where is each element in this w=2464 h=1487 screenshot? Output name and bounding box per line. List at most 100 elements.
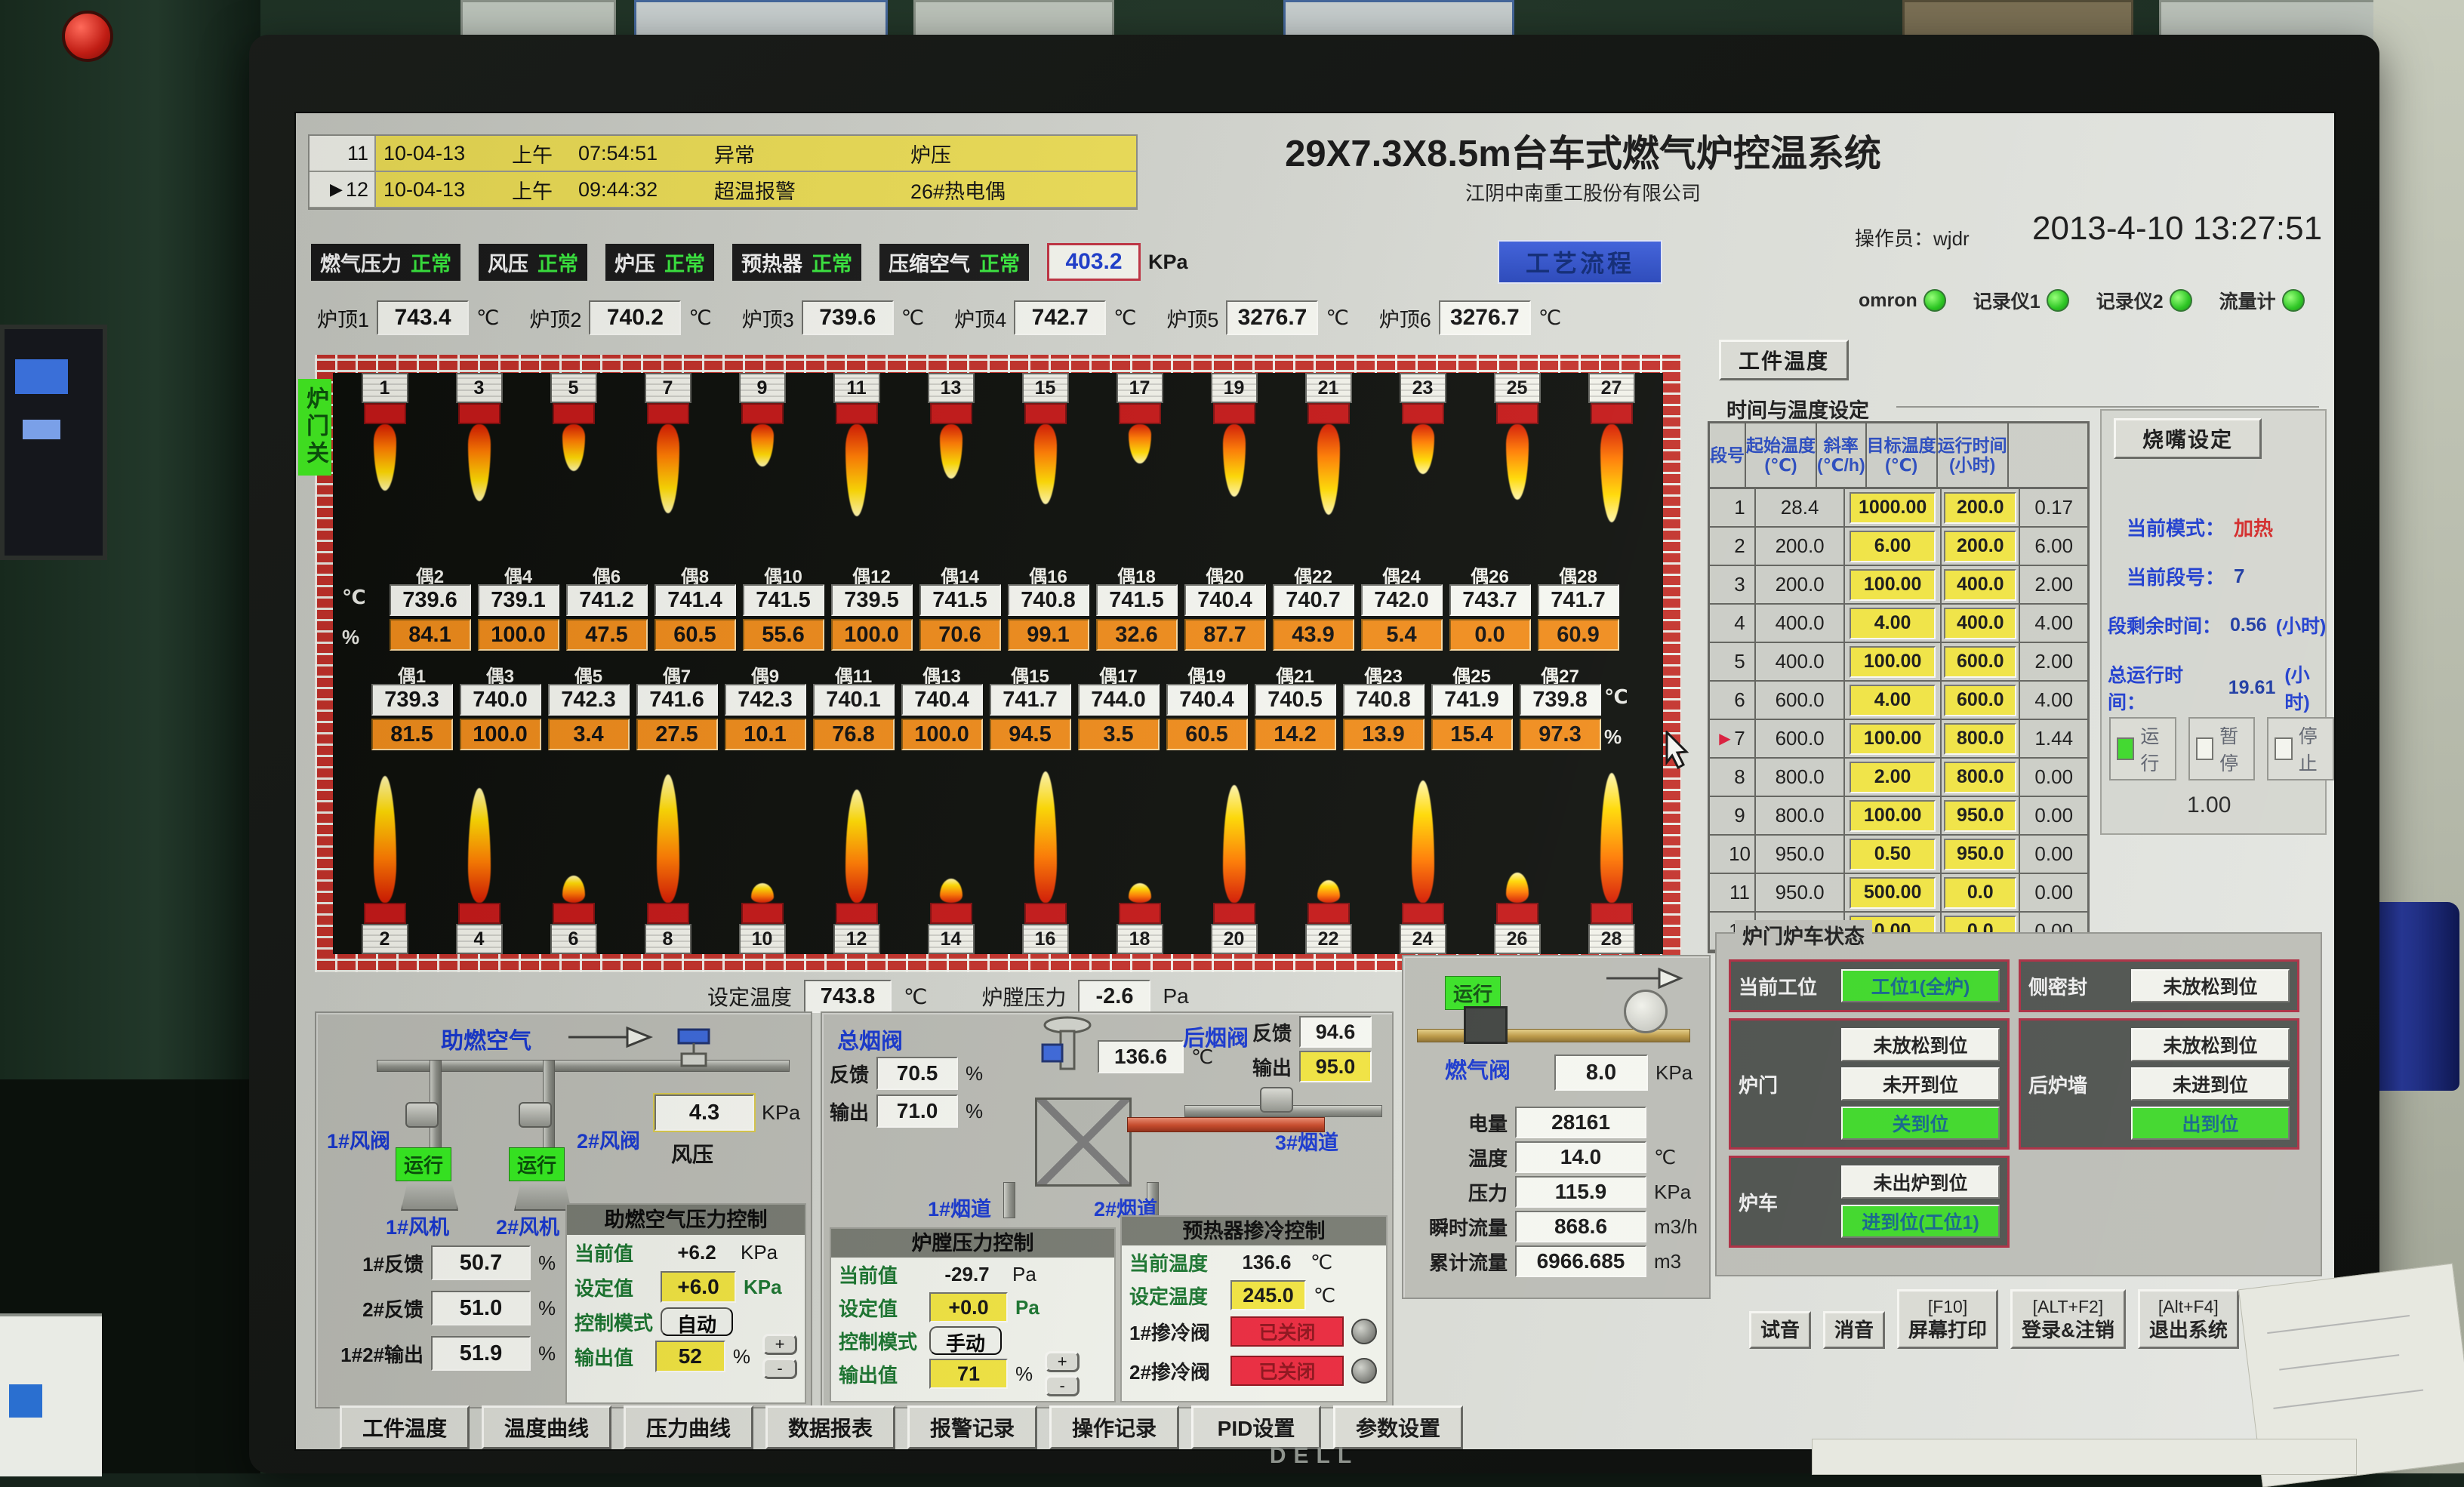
valve-closed-button[interactable]: 已关闭 bbox=[1230, 1356, 1344, 1386]
nav-tab[interactable]: 数据报表 bbox=[765, 1405, 895, 1449]
page-title: 29X7.3X8.5m台车式燃气炉控温系统 bbox=[1149, 124, 2017, 177]
hotkey-label: [F10] bbox=[1908, 1296, 1987, 1318]
slope-input[interactable]: 6.00 bbox=[1850, 531, 1936, 562]
target-temp-cell: 200.0 bbox=[1942, 528, 2020, 565]
chamber-control-title: 炉膛压力控制 bbox=[831, 1229, 1114, 1258]
target-input[interactable]: 400.0 bbox=[1944, 569, 2016, 601]
output-value-input[interactable]: 52 bbox=[655, 1341, 725, 1372]
thermocouple-temp: 741.9 bbox=[1431, 684, 1513, 716]
target-input[interactable]: 800.0 bbox=[1944, 723, 2016, 755]
run-state-checkbox[interactable]: 暂停 bbox=[2188, 717, 2256, 780]
slope-input[interactable]: 100.00 bbox=[1850, 800, 1936, 832]
target-input[interactable]: 0.0 bbox=[1944, 877, 2016, 909]
header-line1: 斜率 bbox=[1817, 436, 1865, 455]
segment-number: 4 bbox=[1734, 611, 1745, 635]
rear-flue-valve-label: 后烟阀 bbox=[1183, 1021, 1249, 1052]
slope-input[interactable]: 2.00 bbox=[1850, 762, 1936, 793]
gas-metric-row: 电量 28161 bbox=[1412, 1107, 1698, 1138]
system-button[interactable]: [ALT+F2] 登录&注销 bbox=[2010, 1289, 2126, 1349]
valve-closed-button[interactable]: 已关闭 bbox=[1230, 1316, 1344, 1347]
decrease-button[interactable]: - bbox=[762, 1358, 797, 1379]
segment-cell: 1 bbox=[1710, 489, 1756, 526]
target-input[interactable]: 400.0 bbox=[1944, 608, 2016, 639]
alarm-list: 11 10-04-13 上午 07:54:51 异常 炉压 ▶12 10-04-… bbox=[308, 134, 1138, 210]
nav-tab[interactable]: 操作记录 bbox=[1049, 1405, 1179, 1449]
system-button[interactable]: 消音 bbox=[1823, 1311, 1885, 1350]
nav-tab[interactable]: 工件温度 bbox=[340, 1405, 470, 1449]
thermocouple: 偶7 741.6 27.5 bbox=[633, 661, 721, 750]
target-input[interactable]: 200.0 bbox=[1944, 531, 2016, 562]
workpiece-temp-button[interactable]: 工件温度 bbox=[1719, 340, 1849, 380]
burner-number-plate: 5 bbox=[550, 373, 597, 403]
increase-button[interactable]: + bbox=[1045, 1351, 1080, 1372]
gas-pressure-unit: KPa bbox=[1656, 1061, 1692, 1085]
device-led: 记录仪2 bbox=[2096, 287, 2192, 314]
target-input[interactable]: 600.0 bbox=[1944, 646, 2016, 678]
slope-input[interactable]: 100.00 bbox=[1850, 569, 1936, 601]
slope-input[interactable]: 100.00 bbox=[1850, 723, 1936, 755]
thermocouple-output: 81.5 bbox=[371, 719, 453, 750]
target-input[interactable]: 950.0 bbox=[1944, 800, 2016, 832]
wind-pressure-label: 风压 bbox=[671, 1138, 713, 1168]
flame-icon bbox=[468, 788, 491, 903]
slope-input[interactable]: 100.00 bbox=[1850, 646, 1936, 678]
alarm-row[interactable]: 11 10-04-13 上午 07:54:51 异常 炉压 bbox=[310, 136, 1136, 172]
slope-input[interactable]: 4.00 bbox=[1850, 608, 1936, 639]
feedback-row: 2#反馈 51.0 % bbox=[327, 1291, 556, 1325]
decrease-button[interactable]: - bbox=[1045, 1375, 1080, 1396]
slope-input[interactable]: 1000.00 bbox=[1850, 492, 1936, 524]
output-row: 输出值 52 % + - bbox=[567, 1339, 805, 1374]
burner-settings-button[interactable]: 烧嘴设定 bbox=[2114, 418, 2262, 459]
thermocouple: 偶14 741.5 70.6 bbox=[916, 562, 1004, 651]
checkbox-icon bbox=[2117, 737, 2134, 760]
valve-knob-icon bbox=[1351, 1319, 1377, 1344]
burner: 3 bbox=[433, 373, 525, 501]
burner-block-icon bbox=[836, 903, 878, 924]
slope-input[interactable]: 4.00 bbox=[1850, 685, 1936, 716]
device-label: omron bbox=[1859, 290, 1917, 312]
target-input[interactable]: 600.0 bbox=[1944, 685, 2016, 716]
precool-set-input[interactable]: 245.0 bbox=[1230, 1280, 1306, 1310]
system-button-row: 试音 消音 [F10] 屏幕打印 [ALT+F2] 登录&注销 [Alt+F4]… bbox=[1749, 1289, 2239, 1349]
system-button[interactable]: [F10] 屏幕打印 bbox=[1897, 1289, 1998, 1349]
status-state: 正常 bbox=[537, 248, 578, 277]
run-state-checkbox[interactable]: 运行 bbox=[2109, 717, 2176, 780]
feedback-value: 51.0 bbox=[431, 1291, 531, 1325]
monitor-bezel: 11 10-04-13 上午 07:54:51 异常 炉压 ▶12 10-04-… bbox=[249, 35, 2379, 1473]
feedback-label: 1#反馈 bbox=[327, 1249, 424, 1277]
set-value-input[interactable]: +0.0 bbox=[929, 1292, 1008, 1322]
slope-input[interactable]: 0.50 bbox=[1850, 839, 1936, 870]
segment-number: 7 bbox=[1734, 727, 1745, 750]
slope-input[interactable]: 500.00 bbox=[1850, 877, 1936, 909]
nav-tab[interactable]: 压力曲线 bbox=[624, 1405, 753, 1449]
run-state-checkbox[interactable]: 停止 bbox=[2267, 717, 2334, 780]
burner-number-plate: 13 bbox=[928, 373, 975, 403]
thermocouple-temp: 741.4 bbox=[654, 584, 736, 616]
profile-row: 9 800.0 100.00 950.0 0.00 bbox=[1710, 797, 2087, 836]
target-input[interactable]: 950.0 bbox=[1944, 839, 2016, 870]
mode-toggle-button[interactable]: 手动 bbox=[929, 1326, 1002, 1355]
alarm-index: 11 bbox=[347, 142, 368, 165]
thermocouple-output: 47.5 bbox=[566, 619, 648, 651]
system-button[interactable]: 试音 bbox=[1749, 1311, 1811, 1350]
nav-tab[interactable]: 报警记录 bbox=[907, 1405, 1037, 1449]
roof-temp-unit: ℃ bbox=[476, 306, 499, 330]
system-button[interactable]: [Alt+F4] 退出系统 bbox=[2138, 1289, 2239, 1349]
flame-icon bbox=[1412, 424, 1434, 474]
set-temp-unit: ℃ bbox=[904, 984, 927, 1009]
alarm-row[interactable]: ▶12 10-04-13 上午 09:44:32 超温报警 26#热电偶 bbox=[310, 172, 1136, 208]
thermocouple: 偶21 740.5 14.2 bbox=[1251, 661, 1339, 750]
target-input[interactable]: 200.0 bbox=[1944, 492, 2016, 524]
burner-block-icon bbox=[1119, 403, 1161, 424]
valve-knob-icon bbox=[1351, 1358, 1377, 1384]
button-label: 试音 bbox=[1760, 1319, 1800, 1341]
target-input[interactable]: 800.0 bbox=[1944, 762, 2016, 793]
set-value-input[interactable]: +6.0 bbox=[661, 1271, 736, 1303]
process-flow-button[interactable]: 工艺流程 bbox=[1498, 240, 1662, 284]
alarm-type: 超温报警 bbox=[707, 172, 903, 207]
mode-toggle-button[interactable]: 自动 bbox=[661, 1307, 733, 1336]
target-temp-cell: 600.0 bbox=[1942, 682, 2020, 719]
nav-tab[interactable]: 温度曲线 bbox=[482, 1405, 611, 1449]
increase-button[interactable]: + bbox=[762, 1334, 797, 1355]
output-value-input[interactable]: 71 bbox=[929, 1359, 1008, 1389]
